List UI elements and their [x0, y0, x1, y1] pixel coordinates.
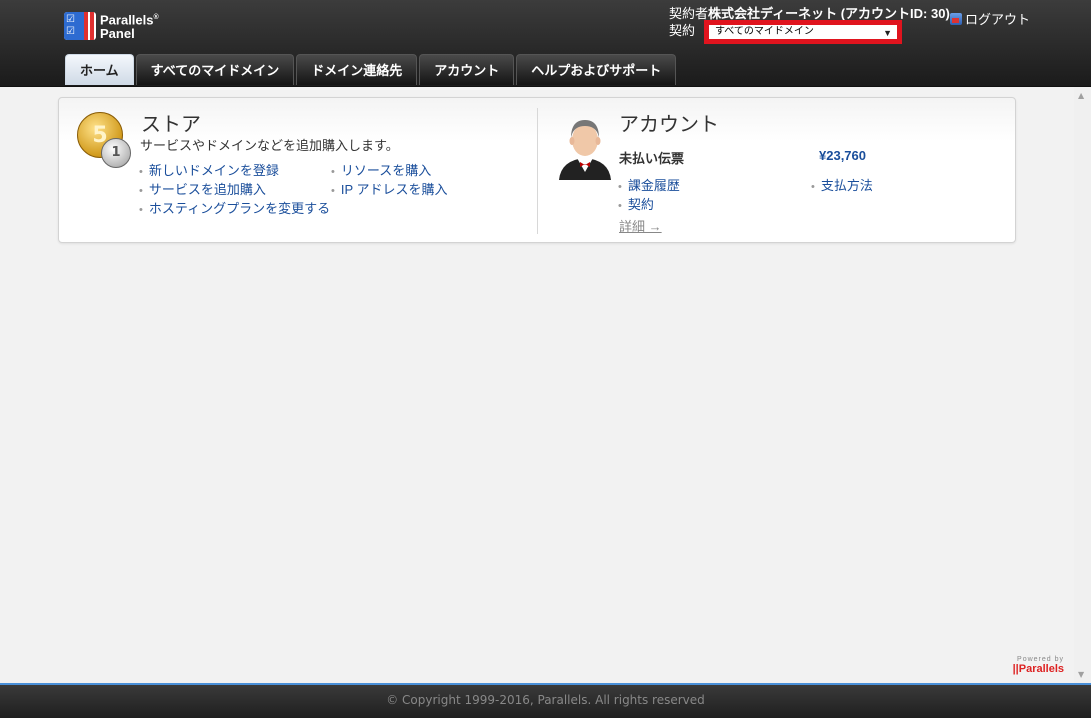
tab-domain-contacts[interactable]: ドメイン連絡先	[296, 54, 418, 85]
unpaid-amount[interactable]: ¥23,760	[819, 148, 866, 163]
link-buy-resources[interactable]: • リソースを購入	[331, 160, 431, 179]
link-register-domain[interactable]: • 新しいドメインを登録	[139, 160, 279, 179]
powered-by-parallels[interactable]: Powered by ||Parallels	[1008, 656, 1064, 675]
account-title: アカウント	[619, 114, 719, 136]
link-change-hosting-plan[interactable]: • ホスティングプランを変更する	[139, 198, 330, 217]
logo-text: Parallels® Panel	[100, 12, 159, 42]
link-billing-history[interactable]: • 課金履歴	[618, 175, 680, 194]
store-title: ストア	[141, 114, 201, 136]
scroll-down-icon[interactable]: ▼	[1078, 670, 1084, 679]
coins-icon: 5 1	[77, 112, 133, 168]
scroll-up-icon[interactable]: ▲	[1078, 91, 1084, 100]
tab-account[interactable]: アカウント	[419, 54, 515, 85]
parallels-logo-icon: ☑ ☑	[64, 12, 96, 40]
link-contracts[interactable]: • 契約	[618, 194, 654, 213]
parallels-panel-logo[interactable]: ☑ ☑ Parallels® Panel	[64, 12, 184, 42]
butler-avatar-icon	[559, 120, 611, 180]
home-panel: 5 1 ストア サービスやドメインなどを追加購入します。 • 新しいドメインを登録…	[58, 97, 1016, 243]
contract-select[interactable]: すべてのマイドメイン ▼	[704, 20, 902, 44]
contract-label: 契約	[669, 23, 696, 38]
vertical-scrollbar[interactable]: ▲ ▼	[1074, 87, 1091, 683]
copyright-text: © Copyright 1999-2016, Parallels. All ri…	[386, 693, 705, 707]
dropdown-arrow-icon: ▼	[883, 28, 892, 38]
footer: © Copyright 1999-2016, Parallels. All ri…	[0, 683, 1091, 718]
main-tabs: ホーム すべてのマイドメイン ドメイン連絡先 アカウント ヘルプおよびサポート	[65, 54, 678, 85]
unpaid-invoices-label: 未払い伝票	[619, 151, 685, 166]
link-payment-methods[interactable]: • 支払方法	[811, 175, 873, 194]
tab-home[interactable]: ホーム	[65, 54, 134, 85]
details-link[interactable]: 詳細 →	[619, 216, 662, 235]
panel-divider	[537, 108, 538, 234]
store-description: サービスやドメインなどを追加購入します。	[140, 138, 399, 153]
tab-all-my-domains[interactable]: すべてのマイドメイン	[135, 54, 295, 85]
contract-select-value: すべてのマイドメイン	[715, 26, 814, 37]
tab-help-support[interactable]: ヘルプおよびサポート	[516, 54, 677, 85]
link-buy-ip-address[interactable]: • IP アドレスを購入	[331, 179, 448, 198]
top-header: ☑ ☑ Parallels® Panel 契約者株式会社ディーネット (アカウン…	[0, 0, 1091, 87]
logout-link[interactable]: ログアウト	[950, 9, 1030, 28]
logout-icon	[950, 12, 962, 25]
link-buy-services[interactable]: • サービスを追加購入	[139, 179, 266, 198]
